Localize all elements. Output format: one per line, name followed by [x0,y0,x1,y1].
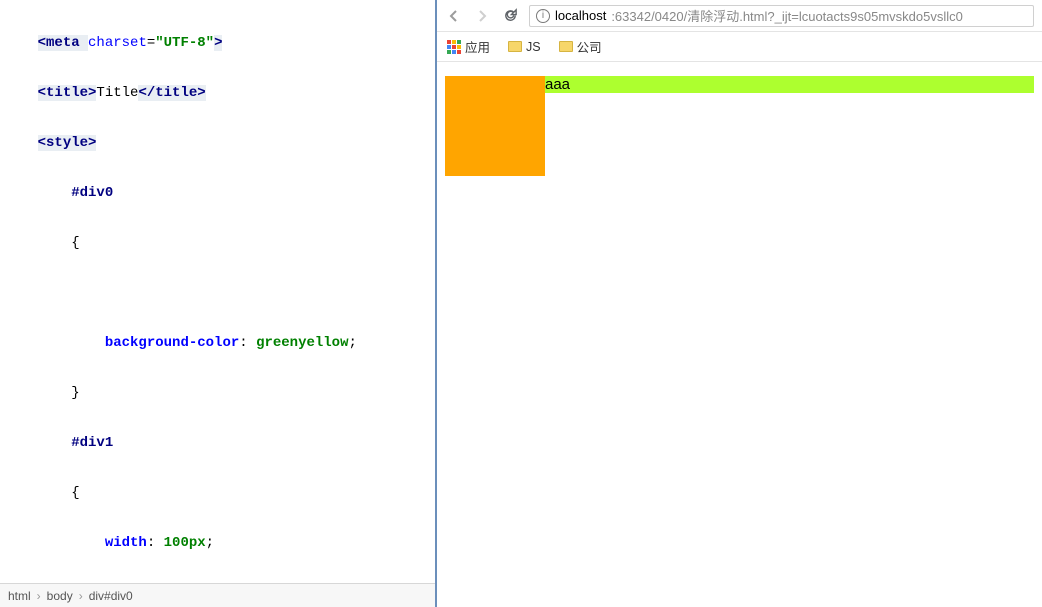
apps-icon [447,40,461,54]
page-viewport: aaa [437,62,1042,607]
back-button[interactable] [445,7,463,25]
bookmark-label: 公司 [577,37,602,56]
code-token: #div0 [71,185,113,201]
code-token: = [147,35,155,51]
browser-pane: i localhost :63342/0420/清除浮动.html?_ijt=lc… [437,0,1042,607]
apps-shortcut[interactable]: 应用 [447,37,490,56]
code-token: background-color [105,335,239,351]
code-token: <style> [38,135,97,151]
bookmarks-bar: 应用 JS 公司 [437,32,1042,62]
folder-icon [508,41,522,52]
address-bar[interactable]: i localhost :63342/0420/清除浮动.html?_ijt=lc… [529,5,1034,27]
code-token: } [71,385,79,401]
url-host: localhost [555,8,606,23]
code-token: > [214,35,222,51]
code-token: 100px [164,535,206,551]
bookmark-folder-company[interactable]: 公司 [559,37,602,56]
breadcrumb-item[interactable]: body [47,589,73,603]
code-token: width [105,535,147,551]
bookmark-folder-js[interactable]: JS [508,40,541,54]
code-token: #div1 [71,435,113,451]
forward-button[interactable] [473,7,491,25]
rendered-div0-text: aaa [545,76,570,93]
code-area[interactable]: <meta charset="UTF-8"> <title>Title</tit… [0,0,435,583]
code-token: <meta [38,35,88,51]
breadcrumb-separator: › [79,589,83,603]
apps-label: 应用 [465,37,490,56]
browser-toolbar: i localhost :63342/0420/清除浮动.html?_ijt=lc… [437,0,1042,32]
code-token: "UTF-8" [155,35,214,51]
code-token: { [71,235,79,251]
info-icon[interactable]: i [536,9,550,23]
breadcrumb-separator: › [37,589,41,603]
code-token: { [71,485,79,501]
rendered-div1 [445,76,545,176]
breadcrumb-item[interactable]: html [8,589,31,603]
code-token: greenyellow [256,335,348,351]
breadcrumb-item[interactable]: div#div0 [89,589,133,603]
folder-icon [559,41,573,52]
bookmark-label: JS [526,40,541,54]
code-token: charset [88,35,147,51]
code-token: </title> [138,85,205,101]
code-token: <title> [38,85,97,101]
url-path: :63342/0420/清除浮动.html?_ijt=lcuotacts9s05… [611,6,963,25]
rendered-div0: aaa [445,76,1034,93]
reload-button[interactable] [501,7,519,25]
code-editor-pane: <meta charset="UTF-8"> <title>Title</tit… [0,0,437,607]
breadcrumb: html › body › div#div0 [0,583,435,607]
code-token: Title [96,85,138,101]
